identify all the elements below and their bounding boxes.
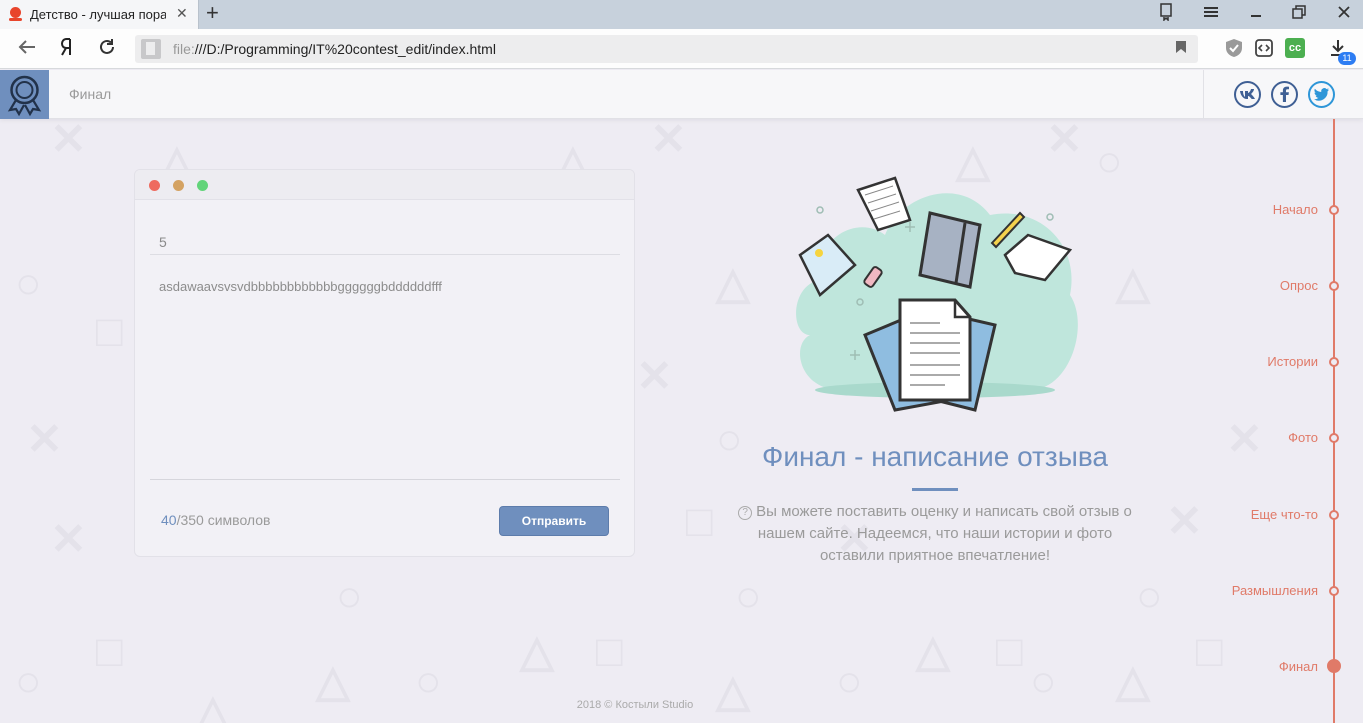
header-title: Финал xyxy=(69,86,112,102)
new-tab-button[interactable]: + xyxy=(206,2,219,24)
timeline-dot[interactable] xyxy=(1329,281,1339,291)
timeline-item-start[interactable]: Начало xyxy=(1273,202,1318,217)
timeline-dot[interactable] xyxy=(1329,586,1339,596)
bookmark-icon[interactable] xyxy=(1175,40,1187,57)
yandex-logo-icon[interactable] xyxy=(59,37,75,63)
header-divider xyxy=(1203,70,1204,119)
timeline-dot[interactable] xyxy=(1329,205,1339,215)
minimize-icon[interactable] xyxy=(1248,3,1264,26)
heading-underline xyxy=(912,488,958,491)
help-icon: ? xyxy=(738,506,753,520)
url-text: file:///D:/Programming/IT%20contest_edit… xyxy=(173,41,496,57)
timeline-dot[interactable] xyxy=(1329,433,1339,443)
award-logo-icon[interactable] xyxy=(0,70,49,119)
timeline-dot-active[interactable] xyxy=(1327,659,1341,673)
timeline-item-survey[interactable]: Опрос xyxy=(1280,278,1318,293)
review-form-card: 5 asdawaavsvsvdbbbbbbbbbbbbggggggbdddddd… xyxy=(134,169,635,557)
documents-cloud-illustration xyxy=(796,176,1078,412)
window-close-dot xyxy=(149,180,160,191)
favicon-icon xyxy=(9,7,22,21)
timeline-dot[interactable] xyxy=(1329,357,1339,367)
char-counter: 40/350 символов xyxy=(161,512,271,528)
code-extension-icon[interactable] xyxy=(1254,38,1274,58)
footer-copyright: 2018 © Костыли Studio xyxy=(576,699,694,711)
site-header: Финал xyxy=(0,70,1363,119)
textarea-divider xyxy=(150,479,620,480)
vk-icon[interactable] xyxy=(1234,81,1261,108)
twitter-icon[interactable] xyxy=(1308,81,1335,108)
page-file-icon xyxy=(141,39,161,59)
timeline-item-final[interactable]: Финал xyxy=(1279,659,1318,674)
tab-title: Детство - лучшая пора xyxy=(30,7,166,22)
page-heading: Финал - написание отзыва xyxy=(762,441,1108,472)
timeline-item-other[interactable]: Еще что-то xyxy=(1251,507,1318,522)
browser-tab[interactable]: Детство - лучшая пора ✕ xyxy=(0,0,199,29)
menu-icon[interactable] xyxy=(1203,3,1219,26)
timeline-item-photo[interactable]: Фото xyxy=(1288,430,1318,445)
card-titlebar xyxy=(135,170,634,200)
tab-close-icon[interactable]: ✕ xyxy=(176,5,188,22)
browser-tabbar: Детство - лучшая пора ✕ + xyxy=(0,0,1363,29)
rating-underline xyxy=(150,254,620,255)
tab-manager-icon[interactable] xyxy=(1158,3,1174,26)
facebook-icon[interactable] xyxy=(1271,81,1298,108)
adblock-shield-icon[interactable] xyxy=(1224,38,1244,58)
url-field[interactable]: file:///D:/Programming/IT%20contest_edit… xyxy=(135,35,1198,63)
address-bar: file:///D:/Programming/IT%20contest_edit… xyxy=(0,29,1363,69)
review-textarea[interactable]: asdawaavsvsvdbbbbbbbbbbbbggggggbddddddff… xyxy=(159,279,442,294)
timeline-item-reflections[interactable]: Размышления xyxy=(1232,583,1318,598)
close-window-icon[interactable] xyxy=(1336,3,1352,26)
cc-extension-icon[interactable]: cc xyxy=(1285,38,1305,58)
window-minimize-dot xyxy=(173,180,184,191)
submit-button[interactable]: Отправить xyxy=(499,506,609,536)
window-maximize-dot xyxy=(197,180,208,191)
reload-icon[interactable] xyxy=(97,37,117,63)
timeline-item-stories[interactable]: Истории xyxy=(1267,354,1318,369)
downloads-count-badge: 11 xyxy=(1338,52,1356,65)
description-text: ? Вы можете поставить оценку и написать с… xyxy=(725,501,1145,567)
back-arrow-icon[interactable] xyxy=(17,37,37,63)
restore-icon[interactable] xyxy=(1291,3,1307,26)
timeline-dot[interactable] xyxy=(1329,510,1339,520)
rating-input[interactable]: 5 xyxy=(159,234,167,250)
